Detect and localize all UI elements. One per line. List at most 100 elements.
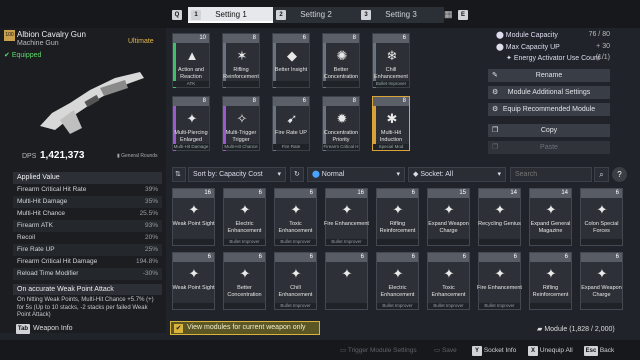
module-capacity-label: ⬤ Module Capacity [496,32,558,39]
module-socket [581,303,622,309]
sort-order-button[interactable]: ⇅ [172,167,186,182]
module-socket: Fire Rate [273,144,309,150]
module-card[interactable]: 14 ✦ Expand General Magazine [529,188,572,246]
weapon-info-button[interactable]: Tab Weapon Info [16,324,73,334]
grid-icon[interactable]: ▦ [444,9,453,20]
sort-icon: ⇅ [175,171,181,178]
module-card[interactable]: 14 ✦ Recycling Genius [478,188,521,246]
module-capacity: 6 [530,253,571,262]
module-socket [377,239,418,245]
search-input[interactable] [510,167,592,182]
equipped-module-slot[interactable]: 8 ✦ Multi-Piercing Enlarged Multi-Hit Damag… [172,96,210,151]
back-hint[interactable]: Esc Back [584,346,614,356]
module-icon: ✦ [188,266,200,281]
reset-filter-button[interactable]: ↻ [290,167,304,182]
equipped-module-slot[interactable]: 10 ▲ Action and Reaction ATK [172,33,210,88]
settings-icon: ⚙ [492,89,499,96]
module-capacity: 6 [275,253,316,262]
module-card[interactable]: 6 ✦ Toxic Enhancement Bullet Improver [274,188,317,246]
module-card[interactable]: 6 ✦ Rifling Reinforcement [529,252,572,310]
module-card[interactable]: 6 ✦ Rifling Reinforcement [376,188,419,246]
module-icon: ✦ [443,266,455,281]
module-card[interactable]: 6 ✦ Expand Weapon Charge [580,252,623,310]
equipped-module-slot[interactable]: 8 ✹ Concentration Priority Firearm Critical… [322,96,360,151]
module-capacity: 6 [224,253,265,262]
module-name: Better Concentration [227,285,262,298]
module-card[interactable]: 16 ✦ Weak Point Sight [172,188,215,246]
module-name: Multi-Hit Induction [379,130,403,143]
module-card[interactable]: 6 ✦ Electric Enhancement Bullet Improver [223,188,266,246]
equip-recommended-button[interactable]: ⚙ Equip Recommended Module [488,103,610,116]
module-name: Chill Enhancement [374,67,408,80]
module-capacity: 6 [581,253,622,262]
module-icon: ✦ [494,202,506,217]
paste-button[interactable]: ❐ Paste [488,141,610,154]
module-name: Colon Special Forces [584,221,619,234]
module-count: ▰ Module (1,828 / 2,000) [537,326,615,333]
sort-dropdown[interactable]: Sort by: Capacity Cost ▾ [188,167,286,182]
weapon-name: Albion Cavalry Gun [17,30,86,39]
view-current-weapon-checkbox[interactable]: ✔ View modules for current weapon only [170,321,320,335]
pencil-icon: ✎ [492,72,498,79]
next-tab-key[interactable]: E [458,10,468,20]
weapon-rarity: Ultimate [128,38,154,45]
mode-dropdown[interactable]: ⬤ Normal ▾ [307,167,405,182]
module-socket [173,239,214,245]
module-capacity: 6 [273,34,309,43]
search-icon[interactable]: ⌕ [594,167,609,182]
module-socket [223,81,259,87]
equipped-module-slot[interactable]: 6 ❄ Chill Enhancement Bullet Improver [372,33,410,88]
module-additional-settings-button[interactable]: ⚙ Module Additional Settings [488,86,610,99]
equipped-module-slot[interactable]: 8 ✧ Multi-Trigger Trigger Multi-Hit Chance [222,96,260,151]
rename-button[interactable]: ✎ Rename [488,69,610,82]
module-capacity: 14 [479,189,520,198]
module-card[interactable]: 15 ✦ Expand Weapon Charge [427,188,470,246]
copy-button[interactable]: ❐ Copy [488,124,610,137]
module-capacity: 8 [173,97,209,106]
tab-setting-3[interactable]: 3 Setting 3 [358,7,444,23]
equipped-status: ✔ Equipped [4,51,41,59]
module-card[interactable]: 16 ✦ Fire Enhancement Bullet Improver [324,188,369,246]
unequip-all-hint[interactable]: X Unequip All [528,346,573,356]
module-icon: ✺ [336,48,348,63]
max-capacity-value: + 30 [596,43,610,50]
module-icon: ✦ [596,202,608,217]
module-name: Rifling Reinforcement [379,221,416,234]
tab-setting-2[interactable]: 2 Setting 2 [273,7,359,23]
module-card[interactable]: 6 ✦ Fire Enhancement Bullet Improver [477,252,522,310]
module-card[interactable]: 6 ✦ [325,252,368,310]
module-socket: Bullet Improver [479,303,520,309]
help-icon[interactable]: ? [612,167,627,182]
module-icon: ✦ [239,202,251,217]
module-card[interactable]: 6 ✦ Toxic Enhancement Bullet Improver [427,252,470,310]
module-name: Expand Weapon Charge [428,221,469,234]
module-card[interactable]: 6 ✦ Better Concentration [223,252,266,310]
module-socket: ATK [173,81,209,87]
module-card[interactable]: 6 ✦ Chill Enhancement Bullet Improver [274,252,317,310]
module-socket: Bullet Improver [326,239,367,245]
equipped-module-slot[interactable]: 8 ✶ Rifling Reinforcement [222,33,260,88]
module-capacity: 8 [323,97,359,106]
module-card[interactable]: 6 ✦ Colon Special Forces [580,188,623,246]
module-capacity: 6 [377,189,418,198]
stat-row: Fire Rate UP 25% [13,244,162,256]
equipped-module-slot[interactable]: 6 ◆ Better Insight [272,33,310,88]
module-card[interactable]: 6 ✦ Weak Point Sight [172,252,215,310]
module-capacity: 6 [224,189,265,198]
tab-setting-1[interactable]: 1 Setting 1 [188,7,274,23]
equipped-module-slot[interactable]: 6 ➹ Fire Rate UP Fire Rate [272,96,310,151]
stat-row: Firearm ATK 93% [13,220,162,232]
equipped-module-slot[interactable]: 8 ✱ Multi-Hit Induction Special Mod [372,96,410,151]
socket-info-hint[interactable]: Y Socket Info [472,346,516,356]
socket-dropdown[interactable]: ◆ Socket: All ▾ [408,167,506,182]
module-name: Weak Point Sight [172,285,215,291]
save-hint[interactable]: ▭ Save [434,346,457,354]
prev-tab-key[interactable]: Q [172,10,182,20]
module-socket: Multi-Hit Chance [223,144,259,150]
trigger-module-settings-hint[interactable]: ▭ Trigger Module Settings [340,346,417,354]
applied-value-panel: Applied Value Firearm Critical Hit Rate 3… [13,172,162,280]
module-capacity: 6 [173,253,214,262]
equipped-module-slot[interactable]: 8 ✺ Better Concentration [322,33,360,88]
module-name: Weak Point Sight [172,221,215,227]
module-card[interactable]: 6 ✦ Electric Enhancement Bullet Improver [376,252,419,310]
